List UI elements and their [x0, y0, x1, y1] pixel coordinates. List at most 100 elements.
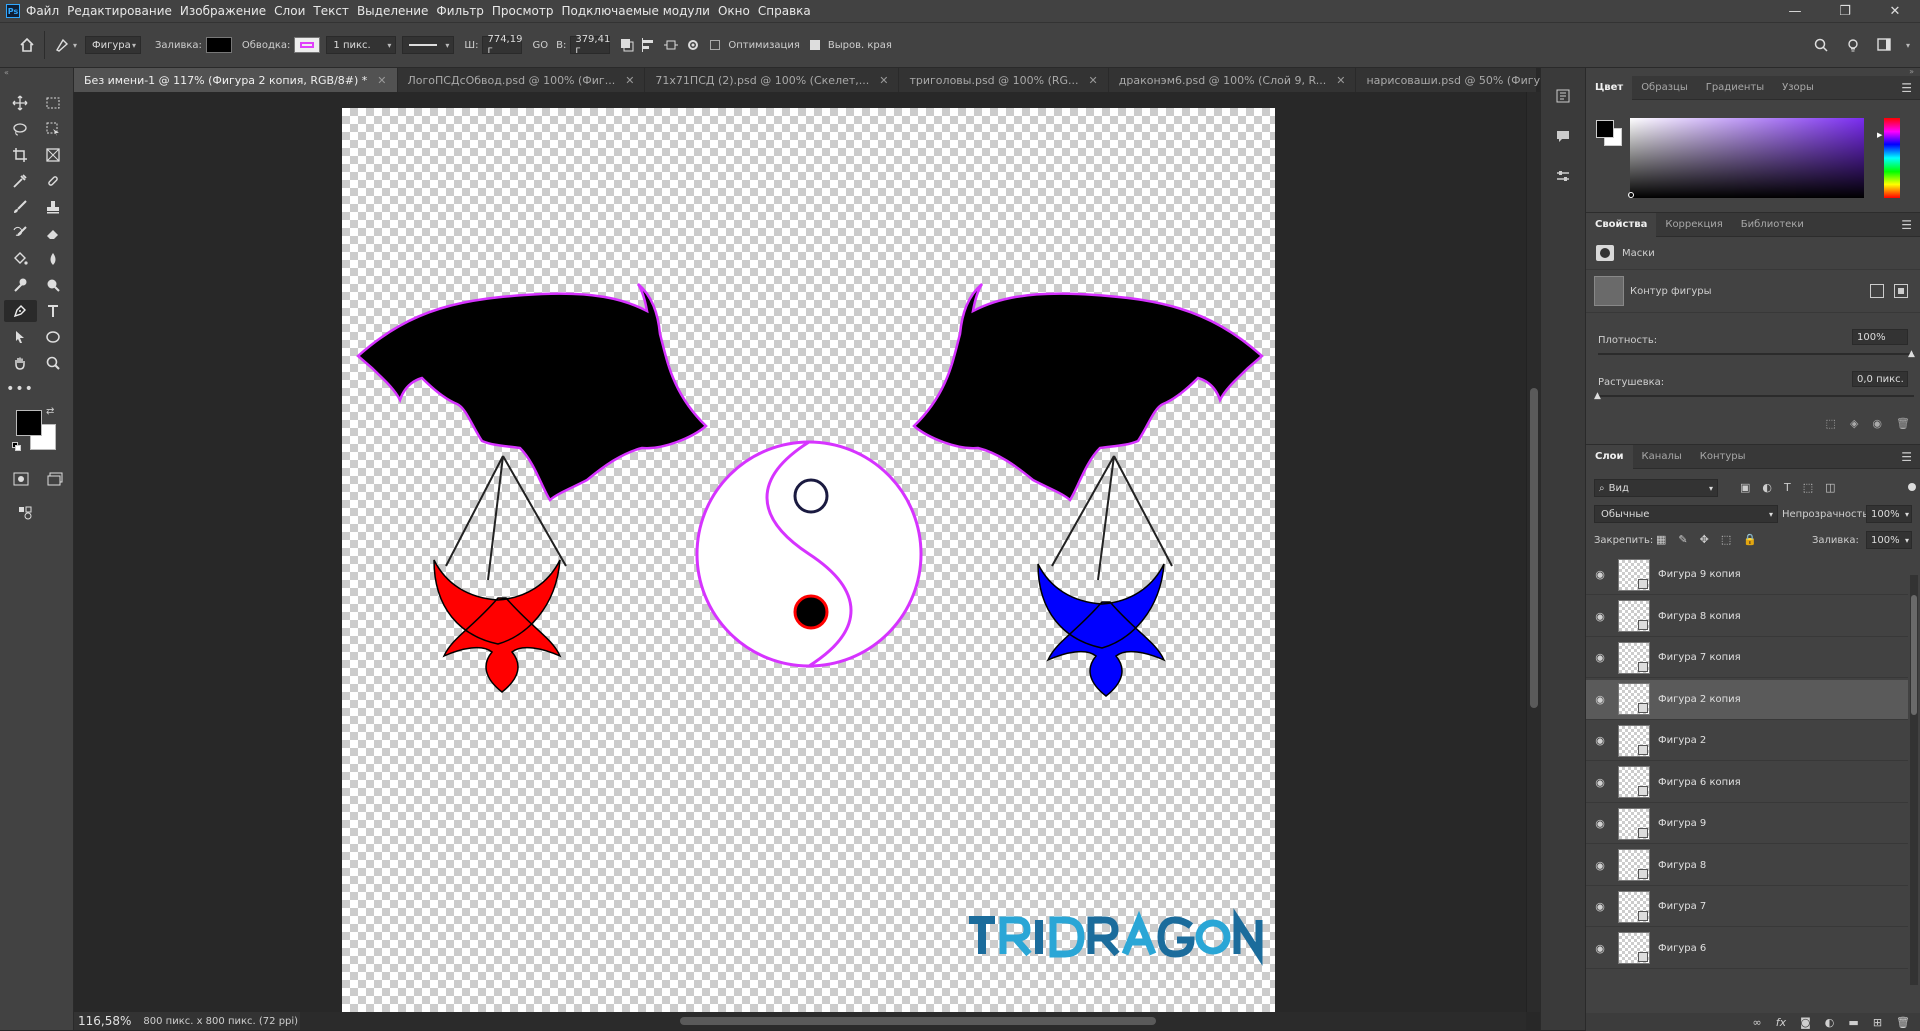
layer-row[interactable]: ◉ Фигура 8 копия	[1586, 597, 1908, 637]
dodge-tool-icon[interactable]	[4, 274, 37, 296]
filter-smart-object-icon[interactable]: ◫	[1825, 481, 1835, 494]
menu-view[interactable]: Просмотр	[492, 4, 562, 18]
tab-patterns[interactable]: Узоры	[1773, 76, 1823, 100]
tab-document-4[interactable]: триголовы.psd @ 100% (RG... ✕	[899, 68, 1109, 92]
filter-toggle[interactable]	[1908, 483, 1916, 491]
align-edges-checkbox[interactable]	[809, 40, 820, 50]
lock-artboard-icon[interactable]: ⬚	[1721, 533, 1731, 546]
color-panel-foreground[interactable]	[1596, 120, 1614, 138]
new-group-icon[interactable]: ▬	[1848, 1016, 1858, 1029]
stroke-type-select[interactable]: ▾	[402, 36, 455, 54]
hue-slider[interactable]	[1884, 118, 1900, 198]
add-mask-icon[interactable]: ◙	[1800, 1016, 1811, 1029]
tab-paths[interactable]: Контуры	[1691, 445, 1755, 469]
link-dimensions-icon[interactable]: GO	[532, 40, 548, 51]
foreground-color-chip[interactable]	[16, 410, 42, 436]
brush-tool-icon[interactable]	[4, 196, 37, 218]
height-field[interactable]: 379,41 г	[570, 34, 611, 56]
zoom-level[interactable]: 116,58%	[78, 1014, 131, 1028]
layer-fill-field[interactable]: 100% ▾	[1866, 531, 1912, 549]
tab-gradients[interactable]: Градиенты	[1697, 76, 1773, 100]
pen-tool-icon[interactable]	[3, 300, 37, 322]
feather-field[interactable]: 0,0 пикс.	[1852, 371, 1908, 387]
menu-select[interactable]: Выделение	[357, 4, 436, 18]
canvas-horizontal-scrollbar[interactable]	[300, 1012, 1526, 1030]
visibility-eye-icon[interactable]: ◉	[1586, 568, 1614, 581]
blend-mode-select[interactable]: Обычные ▾	[1594, 505, 1778, 523]
restore-button[interactable]: ❐	[1820, 4, 1870, 19]
filter-pixel-icon[interactable]: ▣	[1740, 481, 1750, 494]
menu-edit[interactable]: Редактирование	[67, 4, 180, 18]
menu-window[interactable]: Окно	[718, 4, 758, 18]
edit-toolbar-icon[interactable]	[8, 502, 41, 524]
trash-icon[interactable]: 🗑	[1896, 417, 1910, 430]
close-icon[interactable]: ✕	[879, 74, 888, 87]
visibility-eye-icon[interactable]: ◉	[1586, 693, 1614, 706]
blur-tool-icon[interactable]	[37, 248, 70, 270]
layer-name[interactable]: Фигура 2	[1658, 735, 1706, 746]
layer-name[interactable]: Фигура 9	[1658, 818, 1706, 829]
filter-adjustment-icon[interactable]: ◐	[1762, 481, 1772, 494]
home-icon[interactable]	[16, 34, 38, 56]
layer-style-icon[interactable]: fx	[1776, 1016, 1786, 1029]
layer-name[interactable]: Фигура 7	[1658, 901, 1706, 912]
layer-name[interactable]: Фигура 6	[1658, 943, 1706, 954]
layer-filter-select[interactable]: ⌕ Вид ▾	[1594, 479, 1718, 497]
more-tools-icon[interactable]: •••	[4, 378, 37, 400]
new-layer-icon[interactable]: ⊞	[1873, 1016, 1882, 1029]
link-layers-icon[interactable]: ∞	[1753, 1016, 1762, 1029]
collapse-icon[interactable]: «	[0, 68, 74, 78]
filter-type-icon[interactable]: T	[1784, 481, 1791, 494]
layer-row[interactable]: ◉ Фигура 2	[1586, 721, 1908, 761]
path-alignment-icon[interactable]	[638, 34, 660, 56]
layer-name[interactable]: Фигура 8 копия	[1658, 611, 1741, 622]
panel-menu-icon[interactable]: ☰	[1901, 218, 1912, 232]
default-colors-icon[interactable]	[12, 442, 22, 452]
close-button[interactable]: ✕	[1870, 4, 1920, 19]
stroke-width-select[interactable]: 1 пикс. ▾	[326, 36, 397, 54]
eraser-tool-icon[interactable]	[37, 222, 70, 244]
menu-type[interactable]: Текст	[313, 4, 357, 18]
mode-select[interactable]: Фигура ▾	[85, 36, 142, 54]
lock-pixels-icon[interactable]: ✎	[1678, 533, 1687, 546]
layer-name[interactable]: Фигура 2 копия	[1658, 694, 1741, 705]
object-select-tool-icon[interactable]	[37, 118, 70, 140]
pen-tool-preset-icon[interactable]	[51, 34, 73, 56]
color-picker-marker[interactable]	[1628, 192, 1634, 198]
layer-name[interactable]: Фигура 8	[1658, 860, 1706, 871]
tab-libraries[interactable]: Библиотеки	[1732, 213, 1813, 237]
tab-document-5[interactable]: драконэм6.psd @ 100% (Слой 9, R... ✕	[1109, 68, 1357, 92]
screen-mode-icon[interactable]	[44, 468, 66, 490]
document-canvas[interactable]	[342, 108, 1275, 1012]
layer-row[interactable]: ◉ Фигура 7	[1586, 887, 1908, 927]
tab-swatches[interactable]: Образцы	[1632, 76, 1697, 100]
close-icon[interactable]: ✕	[377, 74, 386, 87]
layer-row[interactable]: ◉ Фигура 9 копия	[1586, 555, 1908, 595]
zoom-tool-icon[interactable]	[37, 352, 70, 374]
feather-slider[interactable]	[1598, 395, 1914, 397]
tab-document-2[interactable]: ЛогоПСДсОбвод.psd @ 100% (Фиг... ✕	[398, 68, 646, 92]
canvas-workspace[interactable]	[74, 92, 1526, 1012]
panel-menu-icon[interactable]: ☰	[1901, 450, 1912, 464]
workspace-icon[interactable]	[1874, 34, 1896, 56]
tab-document-3[interactable]: 71х71ПСД (2).psd @ 100% (Скелет,... ✕	[645, 68, 900, 92]
visibility-eye-icon[interactable]: ◉	[1586, 859, 1614, 872]
layers-scrollbar[interactable]	[1910, 575, 1918, 985]
tab-layers[interactable]: Слои	[1586, 444, 1633, 469]
history-brush-tool-icon[interactable]	[4, 222, 37, 244]
marquee-tool-icon[interactable]	[37, 92, 70, 114]
chevron-down-icon[interactable]: ▾	[1906, 41, 1910, 50]
select-mask-icon[interactable]	[1894, 284, 1908, 298]
search-icon[interactable]	[1810, 34, 1832, 56]
layer-name[interactable]: Фигура 7 копия	[1658, 652, 1741, 663]
visibility-icon[interactable]: ◉	[1872, 417, 1882, 430]
scroll-thumb[interactable]	[680, 1017, 1156, 1025]
type-tool-icon[interactable]	[37, 300, 70, 322]
canvas-vertical-scrollbar[interactable]	[1526, 92, 1540, 1012]
menu-help[interactable]: Справка	[758, 4, 819, 18]
width-field[interactable]: 774,19 г	[482, 34, 523, 56]
tab-properties[interactable]: Свойства	[1586, 212, 1657, 237]
healing-brush-tool-icon[interactable]	[37, 170, 70, 192]
history-icon[interactable]	[1551, 84, 1575, 108]
trash-icon[interactable]: 🗑	[1896, 1016, 1910, 1029]
